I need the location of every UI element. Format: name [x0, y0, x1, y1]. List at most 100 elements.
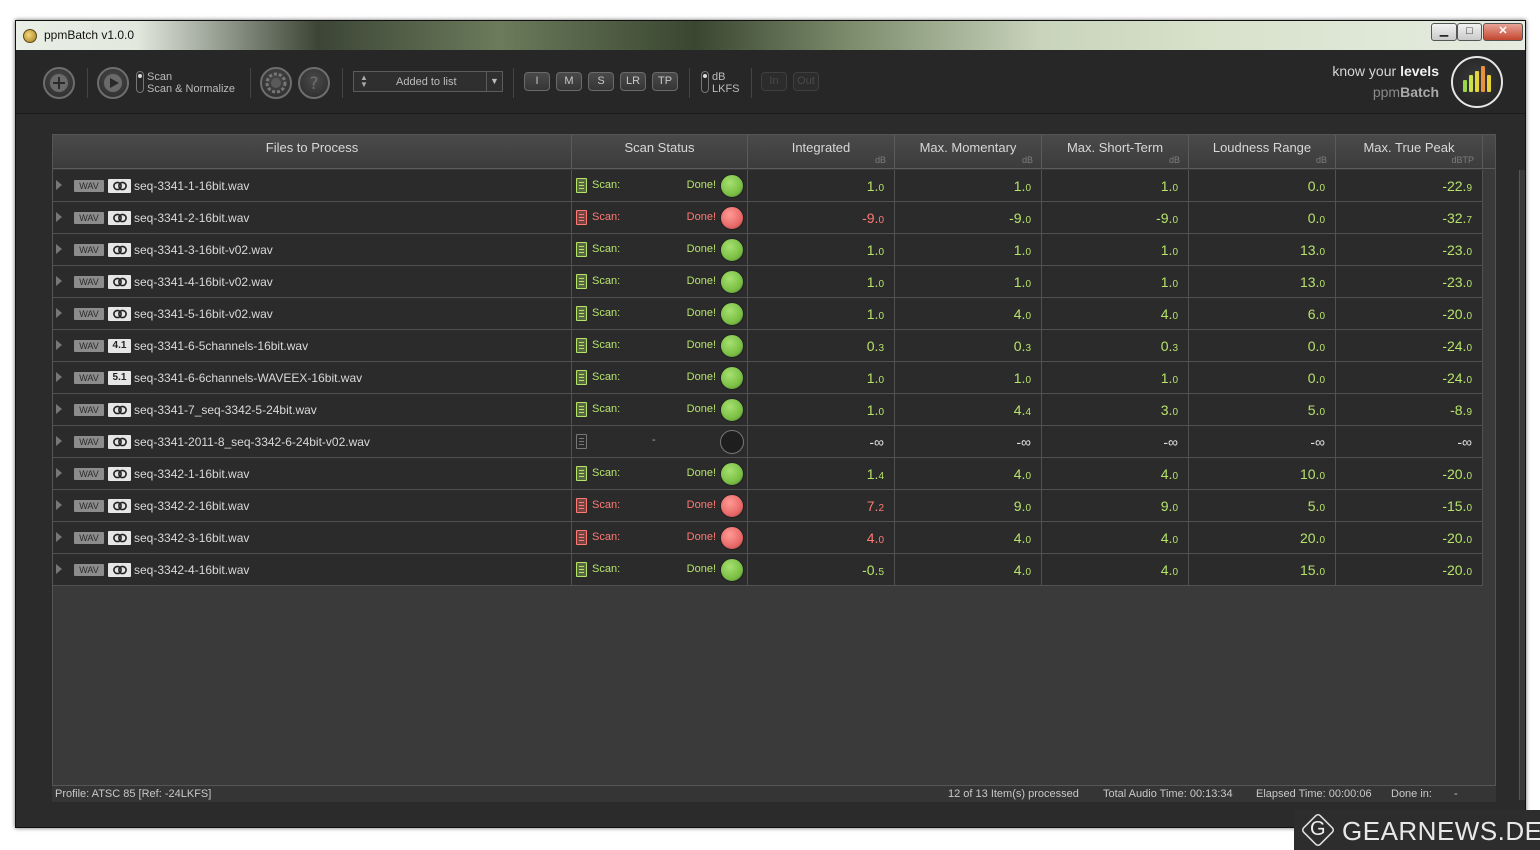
out-button[interactable]: Out [793, 72, 819, 91]
tagline: know your levels [1332, 63, 1439, 79]
meter-s-button[interactable]: S [588, 72, 614, 91]
meter-lr-button[interactable]: LR [620, 72, 646, 91]
expand-triangle-icon[interactable] [56, 532, 62, 542]
mode-toggle[interactable] [136, 71, 144, 93]
document-icon [576, 466, 587, 481]
value-main: -23. [1442, 242, 1467, 258]
expand-triangle-icon[interactable] [56, 436, 62, 446]
file-name: seq-3341-7_seq-3342-5-24bit.wav [134, 403, 317, 417]
value-decimal: 0 [1466, 343, 1472, 354]
table-row[interactable]: WAV seq-3342-2-16bit.wav Scan: Done! 7.2 9.0 9… [53, 490, 1483, 522]
settings-button[interactable] [260, 67, 292, 99]
loudness-value: -20.0 [1442, 562, 1472, 578]
table-row[interactable]: WAV seq-3341-5-16bit-v02.wav Scan: Done! 1.0… [53, 298, 1483, 330]
in-button[interactable]: In [761, 72, 787, 91]
column-header[interactable]: Max. Momentary dB [895, 135, 1042, 169]
value-decimal: 0 [1172, 183, 1178, 194]
table-row[interactable]: WAV 4.1 seq-3341-6-5channels-16bit.wav Scan… [53, 330, 1483, 362]
mode-scan-normalize-option[interactable]: Scan & Normalize [147, 83, 235, 95]
brand-name: ppmBatch [1373, 84, 1439, 100]
value-decimal: 0 [1025, 535, 1031, 546]
value-main: -20. [1442, 306, 1467, 322]
file-name: seq-3341-6-5channels-16bit.wav [134, 339, 309, 353]
value-decimal: 0 [878, 311, 884, 322]
value-decimal: 0 [1025, 311, 1031, 322]
table-row[interactable]: WAV seq-3341-2-16bit.wav Scan: Done! -9.0 -9.… [53, 202, 1483, 234]
maximize-button[interactable]: □ [1457, 23, 1482, 41]
sort-order-dropdown[interactable]: ▲ ▼ Added to list ▼ [353, 71, 503, 92]
unit-db-option[interactable]: dB [712, 71, 740, 83]
value-main: 1. [866, 370, 879, 386]
table-row[interactable]: WAV seq-3341-2011-8_seq-3342-6-24bit-v02.… [53, 426, 1483, 458]
value-main: 0. [1307, 338, 1320, 354]
expand-triangle-icon[interactable] [56, 564, 62, 574]
expand-triangle-icon[interactable] [56, 468, 62, 478]
add-files-button[interactable] [43, 67, 75, 99]
column-header[interactable]: Max. Short-Term dB [1042, 135, 1189, 169]
table-row[interactable]: WAV seq-3342-1-16bit.wav Scan: Done! 1.4 4.0 4… [53, 458, 1483, 490]
expand-triangle-icon[interactable] [56, 340, 62, 350]
scan-status-cell: Scan: Done! [572, 170, 748, 201]
value-main: -9. [862, 210, 879, 226]
minimize-button[interactable]: ▁ [1431, 23, 1457, 41]
status-led-icon [720, 430, 744, 454]
column-header[interactable]: Loudness Range dB [1189, 135, 1336, 169]
table-row[interactable]: WAV 5.1 seq-3341-6-6channels-WAVEEX-16bit.… [53, 362, 1483, 394]
table-row[interactable]: WAV seq-3342-4-16bit.wav Scan: Done! -0.5 4.0… [53, 554, 1483, 586]
expand-triangle-icon[interactable] [56, 308, 62, 318]
status-led-icon [720, 334, 744, 358]
value-main: -22. [1442, 178, 1467, 194]
done-in-value: - [1454, 788, 1458, 800]
meter-tp-button[interactable]: TP [652, 72, 678, 91]
expand-triangle-icon[interactable] [56, 372, 62, 382]
value-main: 4. [1013, 530, 1026, 546]
table-row[interactable]: WAV seq-3341-3-16bit-v02.wav Scan: Done! 1.0… [53, 234, 1483, 266]
meter-i-button[interactable]: I [524, 72, 550, 91]
title-bar[interactable]: ppmBatch v1.0.0 ▁ □ ✕ [16, 21, 1525, 50]
gear-icon [265, 72, 287, 94]
vertical-scrollbar[interactable] [1519, 170, 1525, 800]
column-header[interactable]: Integrated dB [748, 135, 895, 169]
value-main: -∞ [1457, 434, 1472, 450]
value-decimal: 0 [1172, 535, 1178, 546]
expand-triangle-icon[interactable] [56, 180, 62, 190]
expand-triangle-icon[interactable] [56, 276, 62, 286]
table-row[interactable]: WAV seq-3341-7_seq-3342-5-24bit.wav Scan: D… [53, 394, 1483, 426]
unit-lkfs-option[interactable]: LKFS [712, 83, 740, 95]
file-name: seq-3341-2011-8_seq-3342-6-24bit-v02.wav [134, 435, 370, 449]
column-header[interactable]: Scan Status [572, 135, 748, 169]
value-decimal: 0 [878, 279, 884, 290]
value-cell: -15.0 [1336, 490, 1483, 521]
table-row[interactable]: WAV seq-3341-1-16bit.wav Scan: Done! 1.0 1.0 1… [53, 170, 1483, 202]
status-led-icon [720, 174, 744, 198]
expand-triangle-icon[interactable] [56, 244, 62, 254]
value-main: 1. [866, 178, 879, 194]
value-decimal: 0 [1319, 343, 1325, 354]
value-decimal: 0 [1319, 567, 1325, 578]
unit-toggle[interactable] [701, 71, 709, 93]
file-cell: WAV seq-3341-4-16bit-v02.wav [53, 266, 572, 297]
table-row[interactable]: WAV seq-3341-4-16bit-v02.wav Scan: Done! 1.0… [53, 266, 1483, 298]
watermark: G GEARNEWS.DE [1294, 810, 1540, 850]
value-decimal: 0 [1319, 503, 1325, 514]
column-header[interactable]: Files to Process [53, 135, 572, 169]
close-button[interactable]: ✕ [1483, 23, 1523, 41]
start-button[interactable] [97, 67, 129, 99]
meter-m-button[interactable]: M [556, 72, 582, 91]
column-header-label: Max. True Peak [1363, 140, 1455, 155]
format-badge: WAV [74, 180, 104, 192]
column-header[interactable]: Max. True Peak dBTP [1336, 135, 1483, 169]
expand-triangle-icon[interactable] [56, 212, 62, 222]
format-badge: WAV [74, 468, 104, 480]
document-icon [576, 562, 587, 577]
loudness-value: 0.0 [1308, 210, 1325, 226]
table-row[interactable]: WAV seq-3342-3-16bit.wav Scan: Done! 4.0 4.0 4… [53, 522, 1483, 554]
value-main: 1. [1160, 242, 1173, 258]
mode-scan-option[interactable]: Scan [147, 71, 235, 83]
value-main: 1. [1013, 370, 1026, 386]
expand-triangle-icon[interactable] [56, 404, 62, 414]
help-button[interactable]: ? [298, 67, 330, 99]
format-badge: WAV [74, 308, 104, 320]
expand-triangle-icon[interactable] [56, 500, 62, 510]
value-cell: 0.3 [1042, 330, 1189, 361]
